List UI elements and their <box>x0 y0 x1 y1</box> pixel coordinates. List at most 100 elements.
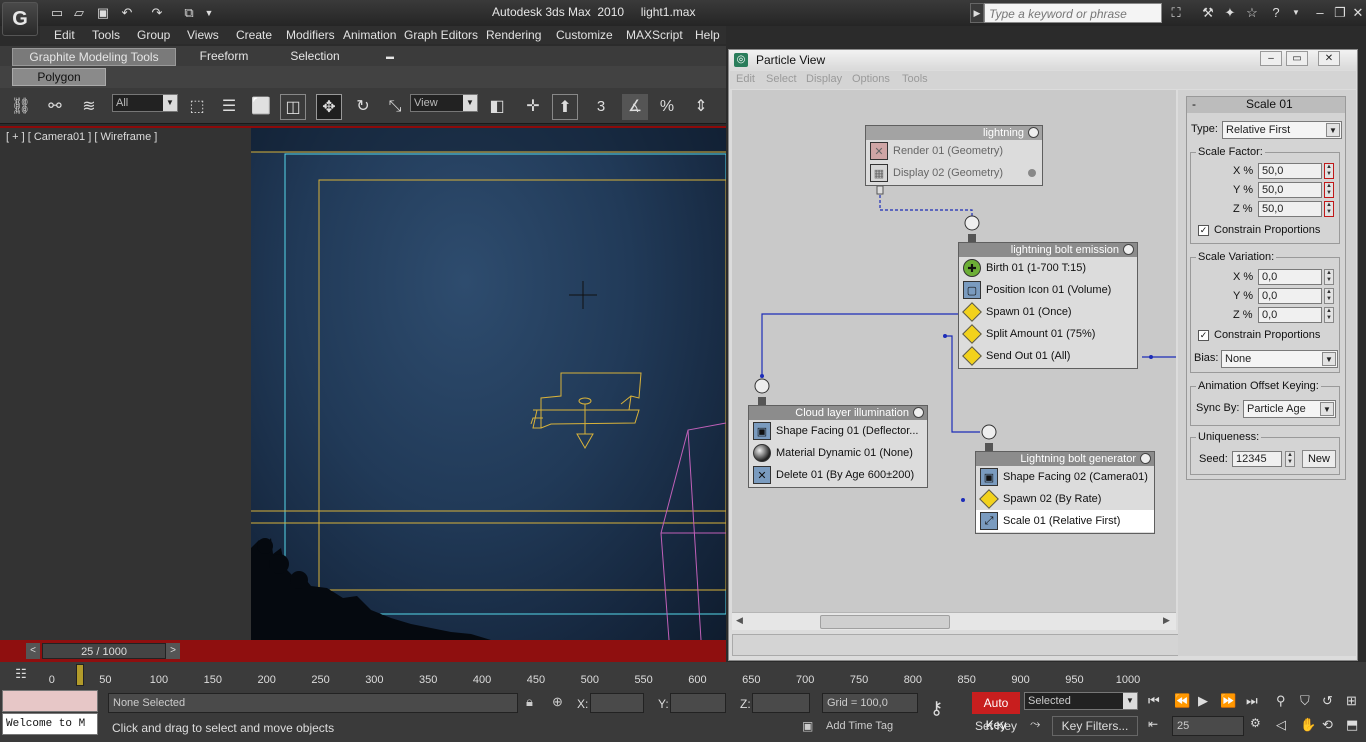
time-tag-icon[interactable]: ▣ <box>802 719 813 733</box>
keyboard-shortcut-override-icon[interactable]: ⬆ <box>552 94 578 120</box>
spinner-arrows-icon[interactable]: ▲ ▼ <box>1324 201 1334 217</box>
time-slider-thumb[interactable]: 25 / 1000 <box>42 643 166 659</box>
pv-menu-display[interactable]: Display <box>806 73 842 85</box>
scrollbar-thumb[interactable] <box>820 615 950 629</box>
menu-help[interactable]: Help <box>695 28 720 42</box>
time-slider-prev-button[interactable]: < <box>26 643 40 659</box>
auto-key-button[interactable]: Auto Key <box>972 692 1020 732</box>
play-icon[interactable]: ▶ <box>1198 693 1208 709</box>
menu-views[interactable]: Views <box>187 28 219 42</box>
project-folder-icon[interactable]: ⧉ <box>180 4 198 22</box>
event-header[interactable]: Cloud layer illumination <box>749 406 927 420</box>
previous-frame-icon[interactable]: ⏪ <box>1174 693 1190 709</box>
open-file-icon[interactable]: ▱ <box>70 4 88 22</box>
zoom-viewport-icon[interactable]: ⚲ <box>1276 693 1286 709</box>
bind-space-warp-icon[interactable]: ≋ <box>76 94 102 120</box>
set-key-button[interactable]: Set Key <box>972 716 1020 736</box>
operator-row[interactable]: Split Amount 01 (75%) <box>959 323 1137 345</box>
select-and-move-icon[interactable]: ✥ <box>316 94 342 120</box>
lightbulb-icon[interactable] <box>913 407 924 418</box>
type-dropdown[interactable]: Relative First ▼ <box>1222 121 1342 139</box>
event-header[interactable]: lightning bolt emission <box>959 243 1137 257</box>
scroll-right-icon[interactable]: ▶ <box>1163 615 1170 626</box>
tab-freeform[interactable]: Freeform <box>186 48 262 66</box>
set-key-mode-icon[interactable]: ⚷ <box>930 698 943 719</box>
pan-view-icon[interactable]: ✋ <box>1300 717 1316 733</box>
lightbulb-icon[interactable] <box>1140 453 1151 464</box>
select-and-link-icon[interactable]: ⛓ <box>8 94 34 120</box>
ribbon-options-icon[interactable]: ▬ <box>382 48 398 66</box>
undo-icon[interactable]: ↶ <box>118 4 136 22</box>
time-slider-next-button[interactable]: > <box>166 643 180 659</box>
field-of-view-icon[interactable]: ◁ <box>1276 717 1286 733</box>
snaps-toggle-icon[interactable]: 3 <box>588 94 614 120</box>
go-to-start-icon[interactable]: ⏮ <box>1148 693 1160 709</box>
tab-graphite-modeling-tools[interactable]: Graphite Modeling Tools <box>12 48 176 66</box>
restore-icon[interactable]: ❐ <box>1330 4 1350 22</box>
operator-row[interactable]: ✕ Delete 01 (By Age 600±200) <box>749 464 927 486</box>
selection-filter-dropdown[interactable]: All ▼ <box>112 94 178 112</box>
scale-variation-x-spinner[interactable]: 0,0 <box>1258 269 1322 285</box>
constrain-proportions-checkbox[interactable]: ✓ <box>1198 225 1209 236</box>
pv-menu-options[interactable]: Options <box>852 73 890 85</box>
absolute-mode-icon[interactable]: ⊕ <box>552 694 563 710</box>
communication-center-icon[interactable]: ✦ <box>1220 4 1240 22</box>
scale-factor-z-spinner[interactable]: 50,0 <box>1258 201 1322 217</box>
key-filters-button[interactable]: Key Filters... <box>1052 716 1138 736</box>
percent-snap-icon[interactable]: % <box>654 94 680 120</box>
search-input[interactable]: Type a keyword or phrase <box>984 3 1162 23</box>
spinner-arrows-icon[interactable]: ▲ ▼ <box>1285 451 1295 467</box>
maximize-viewport-icon[interactable]: ⬒ <box>1346 717 1358 733</box>
z-coordinate-field[interactable] <box>752 693 810 713</box>
event-header[interactable]: lightning <box>866 126 1042 140</box>
menu-rendering[interactable]: Rendering <box>486 28 541 42</box>
scale-factor-y-spinner[interactable]: 50,0 <box>1258 182 1322 198</box>
maxscript-mini-listener[interactable]: Welcome to M <box>2 713 98 735</box>
viewport-label[interactable]: [ + ] [ Camera01 ] [ Wireframe ] <box>6 131 157 143</box>
menu-create[interactable]: Create <box>236 28 272 42</box>
operator-row[interactable]: ▦ Display 02 (Geometry) <box>866 162 1042 184</box>
operator-row[interactable]: ✚ Birth 01 (1-700 T:15) <box>959 257 1137 279</box>
pv-maximize-icon[interactable]: ▭ <box>1286 51 1308 66</box>
orbit-camera-icon[interactable]: ⟲ <box>1322 717 1333 733</box>
search-expand-icon[interactable]: ▶ <box>970 3 984 23</box>
bias-dropdown[interactable]: None ▼ <box>1221 350 1338 368</box>
pivot-center-icon[interactable]: ◧ <box>484 94 510 120</box>
constrain-proportions-2-checkbox[interactable]: ✓ <box>1198 330 1209 341</box>
select-and-scale-icon[interactable]: ⤡ <box>382 94 408 120</box>
scale-variation-z-spinner[interactable]: 0,0 <box>1258 307 1322 323</box>
curve-editor-mini-icon[interactable]: ☷ <box>10 666 32 686</box>
operator-row[interactable]: ✕ Render 01 (Geometry) <box>866 140 1042 162</box>
maxscript-mini-listener-top[interactable] <box>2 690 98 712</box>
lightbulb-icon[interactable] <box>1123 244 1134 255</box>
select-and-rotate-icon[interactable]: ↻ <box>350 94 376 120</box>
quick-access-dropdown-icon[interactable]: ▼ <box>200 4 218 22</box>
menu-edit[interactable]: Edit <box>54 28 75 42</box>
tab-polygon-modeling[interactable]: Polygon Modeling <box>12 68 106 101</box>
minimize-icon[interactable]: – <box>1310 4 1330 22</box>
operator-row[interactable]: ▢ Position Icon 01 (Volume) <box>959 279 1137 301</box>
menu-tools[interactable]: Tools <box>92 28 120 42</box>
rectangular-selection-icon[interactable]: ⬜ <box>248 94 274 120</box>
menu-customize[interactable]: Customize <box>556 28 613 42</box>
reference-coordinate-dropdown[interactable]: View ▼ <box>410 94 478 112</box>
operator-row[interactable]: Spawn 01 (Once) <box>959 301 1137 323</box>
menu-modifiers[interactable]: Modifiers <box>286 28 335 42</box>
angle-snap-icon[interactable]: ∡ <box>622 94 648 120</box>
favorites-star-icon[interactable]: ☆ <box>1242 4 1262 22</box>
scale-factor-x-spinner[interactable]: 50,0 <box>1258 163 1322 179</box>
default-tangent-icon[interactable]: ⤳ <box>1030 716 1040 732</box>
pv-menu-tools[interactable]: Tools <box>902 73 928 85</box>
menu-animation[interactable]: Animation <box>343 28 396 42</box>
operator-row[interactable]: ▣ Shape Facing 01 (Deflector... <box>749 420 927 442</box>
event-header[interactable]: Lightning bolt generator <box>976 452 1154 466</box>
pv-menu-edit[interactable]: Edit <box>736 73 755 85</box>
time-configuration-icon[interactable]: ⚙ <box>1250 716 1261 730</box>
close-icon[interactable]: ✕ <box>1348 4 1366 22</box>
spinner-arrows-icon[interactable]: ▲ ▼ <box>1324 182 1334 198</box>
operator-row-selected[interactable]: ⤢ Scale 01 (Relative First) <box>976 510 1154 532</box>
unlink-icon[interactable]: ⚯ <box>42 94 68 120</box>
spinner-arrows-icon[interactable]: ▲ ▼ <box>1324 307 1334 323</box>
zoom-all-icon[interactable]: ⛉ <box>1300 693 1310 709</box>
redo-icon[interactable]: ↷ <box>148 4 166 22</box>
